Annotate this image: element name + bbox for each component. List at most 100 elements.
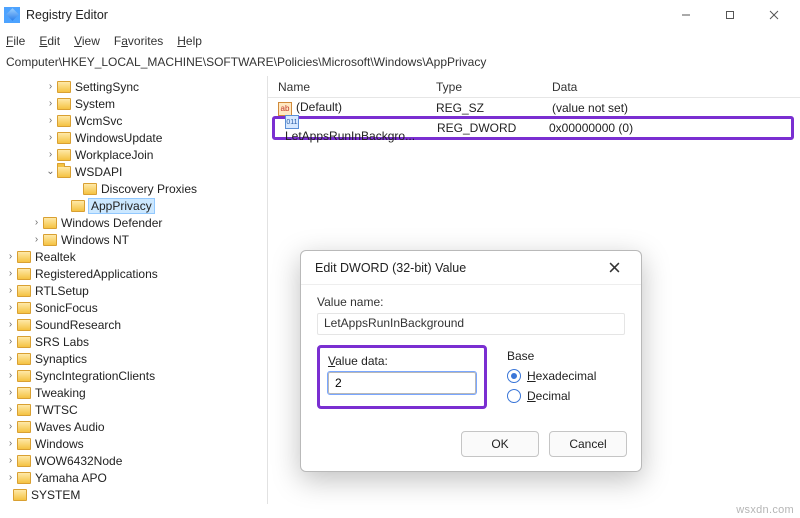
- column-type[interactable]: Type: [426, 76, 542, 97]
- tree-item-wsdapi[interactable]: ⌄ WSDAPI: [0, 163, 267, 180]
- chevron-right-icon[interactable]: ›: [44, 133, 57, 143]
- value-type: REG_SZ: [426, 101, 542, 115]
- tree-label: WOW6432Node: [35, 454, 122, 468]
- chevron-right-icon[interactable]: ›: [4, 320, 17, 330]
- value-name-field[interactable]: LetAppsRunInBackground: [317, 313, 625, 335]
- chevron-right-icon[interactable]: ›: [4, 371, 17, 381]
- tree-item[interactable]: ›SyncIntegrationClients: [0, 367, 267, 384]
- tree-item[interactable]: ›RTLSetup: [0, 282, 267, 299]
- folder-icon: [43, 217, 57, 229]
- tree-item[interactable]: › System: [0, 95, 267, 112]
- tree-item[interactable]: SYSTEM: [0, 486, 267, 503]
- tree-item[interactable]: ›SettingSync: [0, 78, 267, 95]
- title-bar: Registry Editor: [0, 0, 800, 30]
- tree-item[interactable]: › Waves Audio: [0, 418, 267, 435]
- tree-item[interactable]: ›SRS Labs: [0, 333, 267, 350]
- chevron-right-icon[interactable]: ›: [44, 150, 57, 160]
- value-data-highlight: Value data:: [317, 345, 487, 409]
- dialog-titlebar: Edit DWORD (32-bit) Value: [301, 251, 641, 285]
- tree-label: Waves Audio: [35, 420, 105, 434]
- tree-item[interactable]: ›WorkplaceJoin: [0, 146, 267, 163]
- folder-icon: [13, 489, 27, 501]
- chevron-down-icon[interactable]: ⌄: [44, 167, 57, 177]
- tree-item[interactable]: ›Realtek: [0, 248, 267, 265]
- tree-label: Discovery Proxies: [101, 182, 197, 196]
- chevron-right-icon[interactable]: ›: [30, 235, 43, 245]
- tree-view[interactable]: ›SettingSync › System › WcmSvc›WindowsUpdate…: [0, 76, 268, 504]
- chevron-right-icon[interactable]: ›: [4, 388, 17, 398]
- tree-item[interactable]: › WcmSvc: [0, 112, 267, 129]
- tree-item-appprivacy[interactable]: AppPrivacy: [0, 197, 267, 214]
- tree-item-discovery-proxies[interactable]: Discovery Proxies: [0, 180, 267, 197]
- menu-edit[interactable]: Edit: [39, 34, 60, 48]
- tree-item[interactable]: ›Windows NT: [0, 231, 267, 248]
- menu-favorites[interactable]: Favorites: [114, 34, 163, 48]
- chevron-right-icon[interactable]: ›: [4, 422, 17, 432]
- menu-help[interactable]: Help: [177, 34, 202, 48]
- tree-item[interactable]: › RegisteredApplications: [0, 265, 267, 282]
- value-data-label: Value data:: [328, 354, 476, 368]
- chevron-right-icon[interactable]: ›: [4, 405, 17, 415]
- value-data-input[interactable]: [328, 372, 476, 394]
- tree-label: Yamaha APO: [35, 471, 107, 485]
- maximize-button[interactable]: [708, 0, 752, 30]
- folder-icon: [71, 200, 85, 212]
- chevron-right-icon[interactable]: ›: [4, 252, 17, 262]
- chevron-right-icon[interactable]: ›: [4, 286, 17, 296]
- folder-icon: [17, 268, 31, 280]
- tree-item[interactable]: › SonicFocus: [0, 299, 267, 316]
- folder-icon: [17, 319, 31, 331]
- close-button[interactable]: [752, 0, 796, 30]
- chevron-right-icon[interactable]: ›: [4, 473, 17, 483]
- folder-icon: [57, 166, 71, 178]
- menu-bar: File Edit View Favorites Help: [0, 30, 800, 52]
- tree-item[interactable]: › WOW6432Node: [0, 452, 267, 469]
- tree-item[interactable]: ›Tweaking: [0, 384, 267, 401]
- tree-item[interactable]: ›Windows Defender: [0, 214, 267, 231]
- tree-label: SoundResearch: [35, 318, 121, 332]
- base-label: Base: [507, 349, 625, 363]
- value-data: 0x00000000 (0): [541, 121, 641, 135]
- menu-file[interactable]: File: [6, 34, 25, 48]
- tree-label: SonicFocus: [35, 301, 98, 315]
- cancel-button[interactable]: Cancel: [549, 431, 627, 457]
- chevron-right-icon[interactable]: ›: [4, 303, 17, 313]
- dialog-title: Edit DWORD (32-bit) Value: [315, 261, 466, 275]
- ok-button[interactable]: OK: [461, 431, 539, 457]
- chevron-right-icon[interactable]: ›: [44, 116, 57, 126]
- column-data[interactable]: Data: [542, 76, 800, 97]
- tree-item[interactable]: ›WindowsUpdate: [0, 129, 267, 146]
- list-row-highlighted[interactable]: 011LetAppsRunInBackgro... REG_DWORD 0x00…: [272, 116, 794, 140]
- chevron-right-icon[interactable]: ›: [30, 218, 43, 228]
- minimize-button[interactable]: [664, 0, 708, 30]
- chevron-right-icon[interactable]: ›: [4, 337, 17, 347]
- dialog-close-button[interactable]: [601, 255, 627, 281]
- tree-label: WcmSvc: [75, 114, 122, 128]
- address-bar[interactable]: Computer\HKEY_LOCAL_MACHINE\SOFTWARE\Pol…: [0, 52, 800, 76]
- chevron-right-icon[interactable]: ›: [4, 269, 17, 279]
- folder-icon: [17, 302, 31, 314]
- menu-view[interactable]: View: [74, 34, 100, 48]
- chevron-right-icon[interactable]: ›: [4, 354, 17, 364]
- folder-icon: [17, 387, 31, 399]
- folder-icon: [17, 336, 31, 348]
- tree-label: System: [75, 97, 115, 111]
- tree-label: WSDAPI: [75, 165, 122, 179]
- tree-item[interactable]: › Synaptics: [0, 350, 267, 367]
- tree-label: Synaptics: [35, 352, 87, 366]
- chevron-right-icon[interactable]: ›: [44, 99, 57, 109]
- folder-icon: [57, 132, 71, 144]
- tree-item[interactable]: ›TWTSC: [0, 401, 267, 418]
- chevron-right-icon[interactable]: ›: [4, 456, 17, 466]
- folder-icon: [57, 98, 71, 110]
- tree-item[interactable]: › SoundResearch: [0, 316, 267, 333]
- chevron-right-icon[interactable]: ›: [4, 439, 17, 449]
- tree-item[interactable]: ›Windows: [0, 435, 267, 452]
- radio-decimal[interactable]: Decimal: [507, 389, 625, 403]
- column-name[interactable]: Name: [268, 76, 426, 97]
- chevron-right-icon[interactable]: ›: [44, 82, 57, 92]
- tree-item[interactable]: › Yamaha APO: [0, 469, 267, 486]
- tree-label: RegisteredApplications: [35, 267, 158, 281]
- radio-hexadecimal[interactable]: Hexadecimal: [507, 369, 625, 383]
- tree-item[interactable]: WindowsAppLockerCache: [0, 503, 267, 504]
